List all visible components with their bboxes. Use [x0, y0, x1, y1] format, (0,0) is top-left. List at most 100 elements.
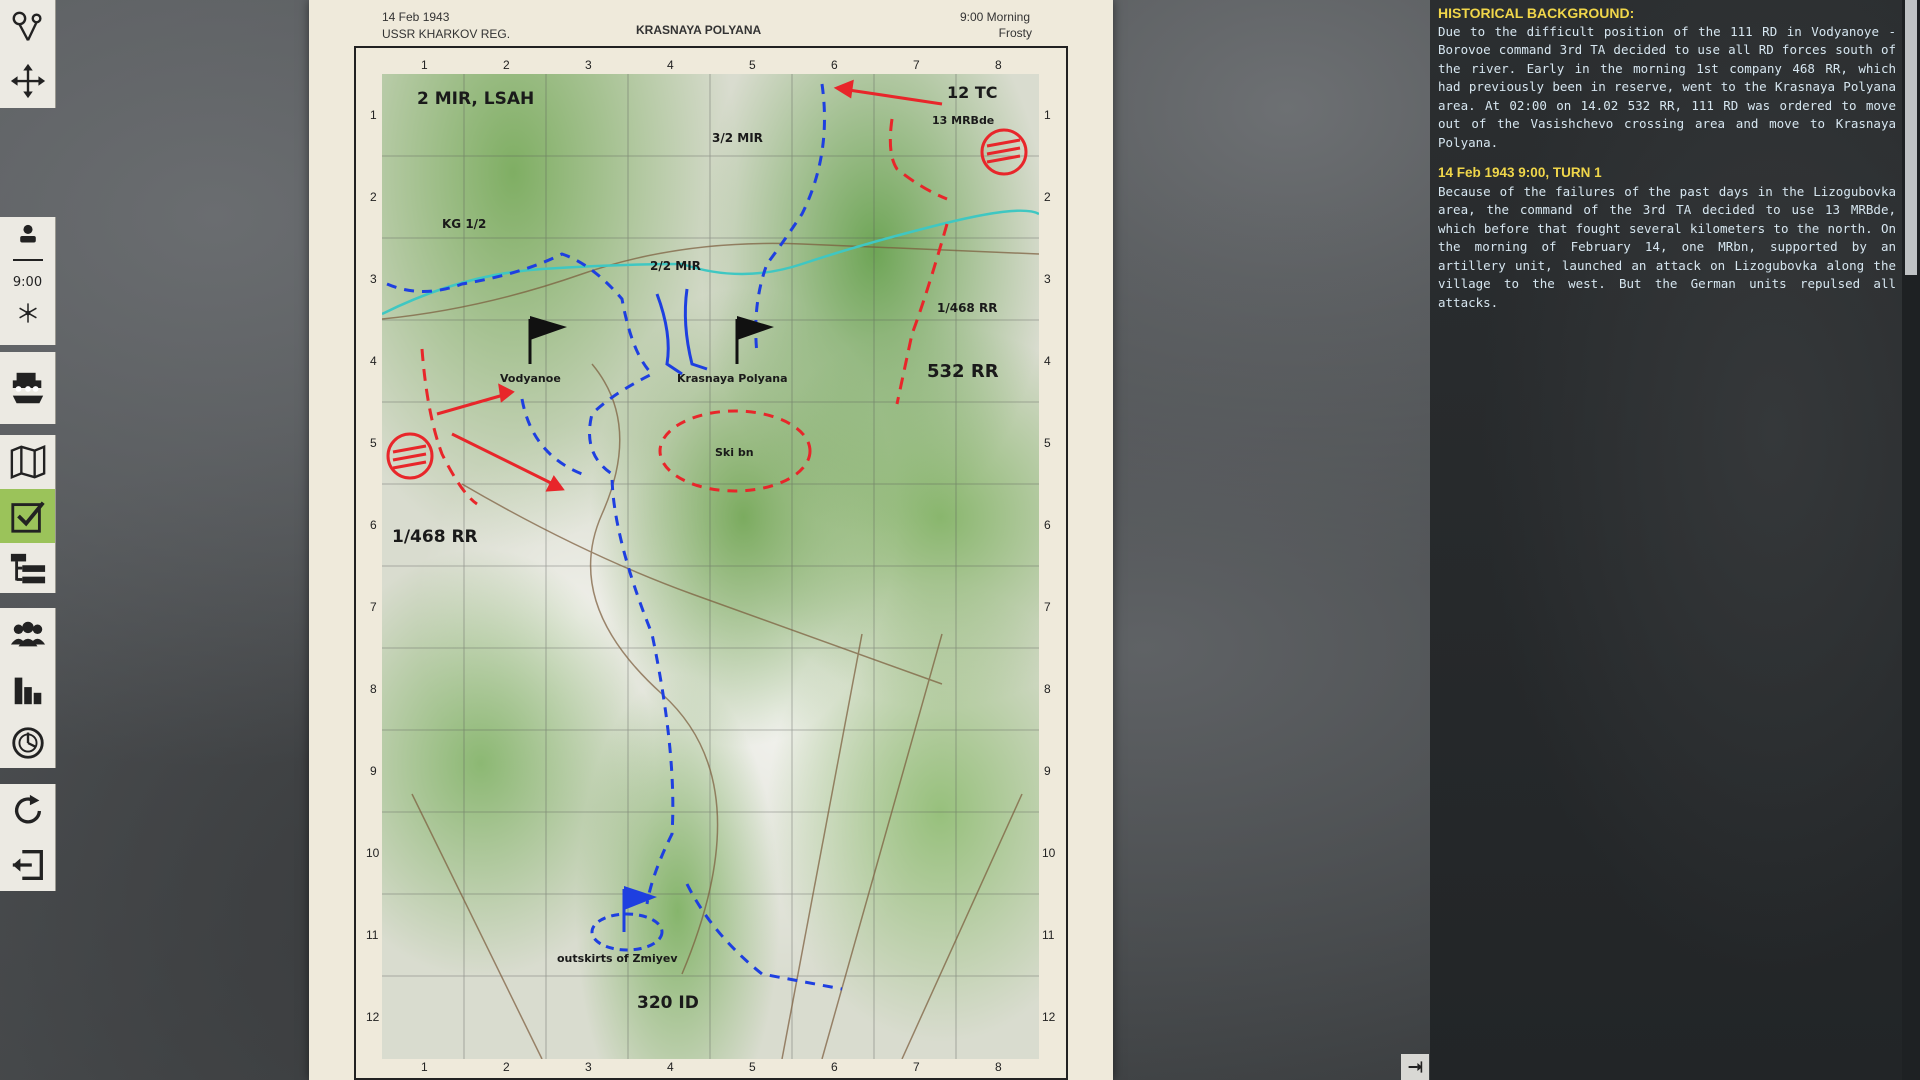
row-label: 4 [1044, 354, 1051, 368]
row-label: 2 [370, 190, 377, 204]
hierarchy-button[interactable] [0, 543, 55, 597]
german-flag-zmiyev [624, 886, 657, 932]
row-label: 7 [1044, 600, 1051, 614]
col-label: 5 [749, 58, 756, 72]
restart-button[interactable] [0, 784, 55, 838]
row-label: 3 [370, 272, 377, 286]
stats-icon [9, 670, 47, 708]
scroll-thumb[interactable] [1905, 0, 1917, 275]
unit-label-532: 532 RR [927, 361, 999, 382]
toolbar-group-map [0, 435, 56, 593]
row-label: 7 [370, 600, 377, 614]
row-label: 6 [370, 518, 377, 532]
unit-label-320id: 320 ID [637, 993, 699, 1013]
row-label: 12 [1042, 1010, 1055, 1024]
units-icon [9, 616, 47, 654]
turn-heading: 14 Feb 1943 9:00, TURN 1 [1438, 164, 1896, 183]
row-label: 11 [366, 928, 378, 942]
map-icon [9, 443, 47, 481]
collapse-panel-button[interactable] [1401, 1054, 1429, 1080]
row-label: 8 [1044, 682, 1051, 696]
header-weather: Frosty [930, 26, 1032, 40]
unit-button[interactable] [0, 217, 55, 251]
map-title: KRASNAYA POLYANA [636, 23, 761, 37]
tactical-map[interactable]: 2 MIR, LSAH 12 TC 13 MRBde 3/2 MIR KG 1/… [382, 74, 1039, 1059]
unit-label-12tc: 12 TC [947, 83, 998, 102]
objectives-icon [9, 497, 47, 535]
toolbar-separator [13, 259, 43, 261]
stats-button[interactable] [0, 662, 55, 716]
toolbar-group-info [0, 608, 56, 768]
soviet-attack-arrows [437, 82, 942, 490]
toolbar-group-system [0, 784, 56, 891]
row-label: 2 [1044, 190, 1051, 204]
row-label: 11 [1042, 928, 1054, 942]
clock-icon [9, 724, 47, 762]
briefing-scrollbar[interactable] [1902, 0, 1920, 1080]
row-label: 10 [366, 846, 379, 860]
col-label: 2 [503, 1060, 510, 1074]
objectives-button[interactable] [0, 489, 55, 543]
toolbar-group-status: 9:00 [0, 217, 56, 345]
col-label: 6 [831, 1060, 838, 1074]
weather-icon [16, 301, 40, 325]
row-label: 1 [1044, 108, 1051, 122]
exit-icon [9, 846, 47, 884]
row-label: 5 [1044, 436, 1051, 450]
col-label: 8 [995, 58, 1002, 72]
soviet-unit-symbol-w [388, 434, 432, 478]
row-label: 8 [370, 682, 377, 696]
col-label: 3 [585, 58, 592, 72]
unit-label-1-468: 1/468 RR [937, 301, 997, 315]
map-overlay: 2 MIR, LSAH 12 TC 13 MRBde 3/2 MIR KG 1/… [382, 74, 1039, 1059]
weather-button[interactable] [0, 295, 55, 331]
collapse-icon [1407, 1059, 1423, 1075]
town-label-krasnaya: Krasnaya Polyana [677, 372, 788, 385]
row-label: 10 [1042, 846, 1055, 860]
unit-label-ski: Ski bn [715, 446, 754, 459]
row-label: 12 [366, 1010, 379, 1024]
spacer [1438, 152, 1896, 164]
turn-text: Because of the failures of the past days… [1438, 183, 1896, 313]
header-time: 9:00 Morning [930, 10, 1030, 24]
row-label: 6 [1044, 518, 1051, 532]
exit-game-button[interactable] [0, 838, 55, 892]
restart-icon [9, 792, 47, 830]
clock-button[interactable] [0, 716, 55, 770]
unit-label-3-2mir: 3/2 MIR [712, 131, 763, 145]
map-button[interactable] [0, 435, 55, 489]
header-region: USSR KHARKOV REG. [382, 27, 510, 41]
background-text: Due to the difficult position of the 111… [1438, 23, 1896, 153]
toolbar-group-view [0, 0, 56, 108]
turn-time: 9:00 [0, 269, 55, 295]
transport-icon [9, 369, 47, 407]
col-label: 4 [667, 58, 674, 72]
transport-button[interactable] [0, 352, 55, 424]
col-label: 6 [831, 58, 838, 72]
zmiyev-position [592, 914, 662, 950]
col-label: 8 [995, 1060, 1002, 1074]
unit-label-2mir: 2 MIR, LSAH [417, 89, 534, 109]
soviet-unit-symbol-ne [982, 130, 1026, 174]
hierarchy-icon [9, 551, 47, 589]
objective-flag-vodyanoe [530, 316, 567, 364]
row-label: 3 [1044, 272, 1051, 286]
unit-label-2-2mir: 2/2 MIR [650, 259, 701, 273]
col-label: 1 [421, 58, 428, 72]
row-label: 4 [370, 354, 377, 368]
unit-label-1-468-west: 1/468 RR [392, 527, 478, 547]
row-label: 1 [370, 108, 377, 122]
col-label: 7 [913, 1060, 920, 1074]
row-label: 9 [370, 764, 377, 778]
unit-label-13mrbde: 13 MRBde [932, 114, 994, 127]
unit-icon [15, 221, 41, 247]
pan-icon [9, 62, 47, 100]
units-button[interactable] [0, 608, 55, 662]
pan-button[interactable] [0, 54, 55, 108]
town-label-zmiyev: outskirts of Zmiyev [557, 952, 678, 965]
briefing-panel: HISTORICAL BACKGROUND: Due to the diffic… [1438, 4, 1896, 312]
zoom-icon [9, 8, 47, 46]
row-label: 9 [1044, 764, 1051, 778]
zoom-button[interactable] [0, 0, 55, 54]
row-label: 5 [370, 436, 377, 450]
